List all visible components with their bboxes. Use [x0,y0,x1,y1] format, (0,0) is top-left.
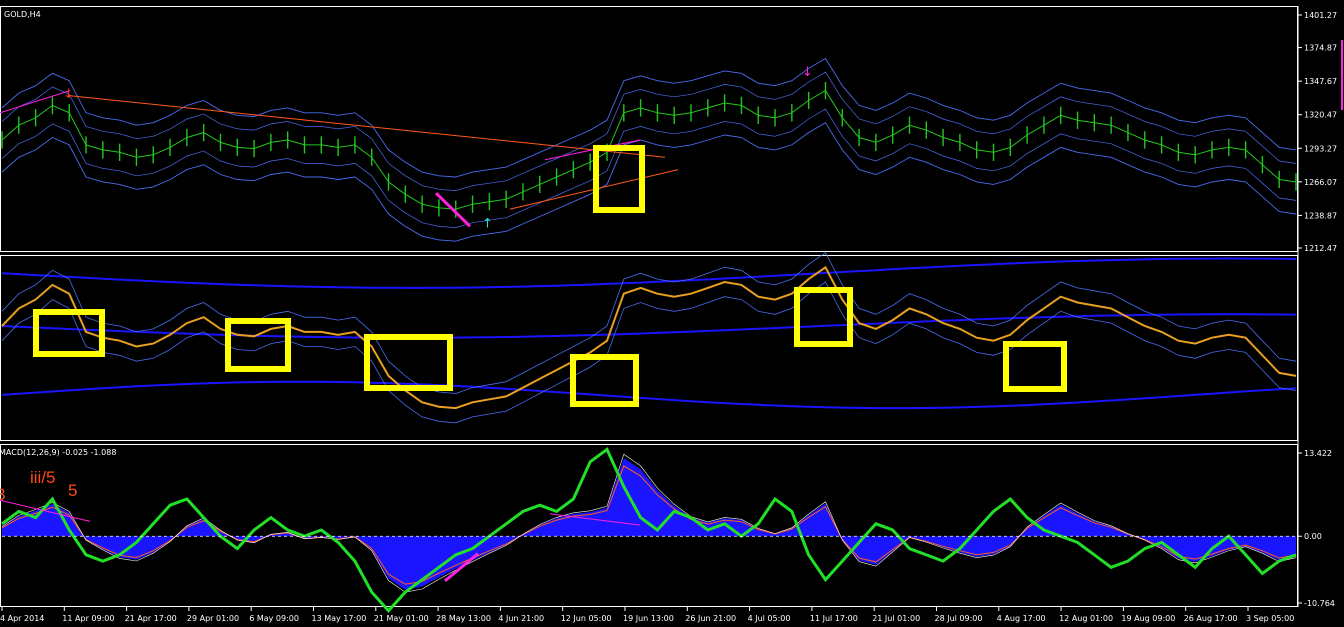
y-tick-label: 0.00 [1304,532,1322,541]
y-tick-label: 1347.67 [1304,77,1337,86]
x-tick-label: 26 Aug 17:00 [1184,614,1238,623]
x-tick-label: 4 Aug 17:00 [997,614,1046,623]
macd-label: MACD(12,26,9) -0.025 -1.088 [0,448,116,457]
x-tick-label: 19 Aug 09:00 [1121,614,1175,623]
x-tick-label: 6 May 09:00 [249,614,299,623]
y-tick-label: 1293.27 [1304,144,1337,153]
buy-arrow-icon: ↑ [482,217,493,232]
sell-arrow-icon: ↓ [802,65,813,80]
x-tick-label: 4 Apr 2014 [0,614,44,623]
y-tick-label: 1401.27 [1304,11,1337,20]
x-tick-label: 21 Apr 17:00 [125,614,177,623]
x-tick-label: 3 Sep 05:00 [1246,614,1294,623]
y-tick-label: 1238.87 [1304,211,1337,220]
trading-chart[interactable]: ↓ ↑ ↓ 1401.27 1374.87 1347.67 1320.47 1293.27 1… [0,0,1344,627]
x-tick-label: 21 Jul 01:00 [872,614,920,623]
x-tick-label: 19 Jun 13:00 [623,614,674,623]
x-tick-label: 11 Jul 17:00 [810,614,858,623]
y-tick-label: 13.422 [1304,449,1332,458]
y-tick-label: 1320.47 [1304,111,1337,120]
y-tick-label: 1266.07 [1304,178,1337,187]
x-tick-label: 4 Jun 21:00 [498,614,544,623]
x-tick-label: 4 Jul 05:00 [748,614,791,623]
wave-label-3: 3 [0,485,5,504]
x-tick-label: 12 Aug 01:00 [1059,614,1113,623]
x-tick-label: 13 May 17:00 [312,614,367,623]
y-tick-label: 1212.47 [1304,244,1337,253]
wave-label-5: 5 [68,481,77,500]
wave-label-iii-5: iii/5 [30,468,56,487]
y-tick-label: -10.764 [1304,599,1335,608]
x-tick-label: 28 May 13:00 [436,614,491,623]
x-tick-label: 11 Apr 09:00 [62,614,114,623]
sell-arrow-icon: ↓ [63,87,74,102]
x-tick-label: 29 Apr 01:00 [187,614,239,623]
symbol-label: GOLD,H4 [4,10,41,19]
x-tick-label: 21 May 01:00 [374,614,429,623]
x-tick-label: 26 Jun 21:00 [685,614,736,623]
x-tick-label: 28 Jul 09:00 [935,614,983,623]
x-tick-label: 12 Jun 05:00 [561,614,612,623]
y-tick-label: 1374.87 [1304,44,1337,53]
